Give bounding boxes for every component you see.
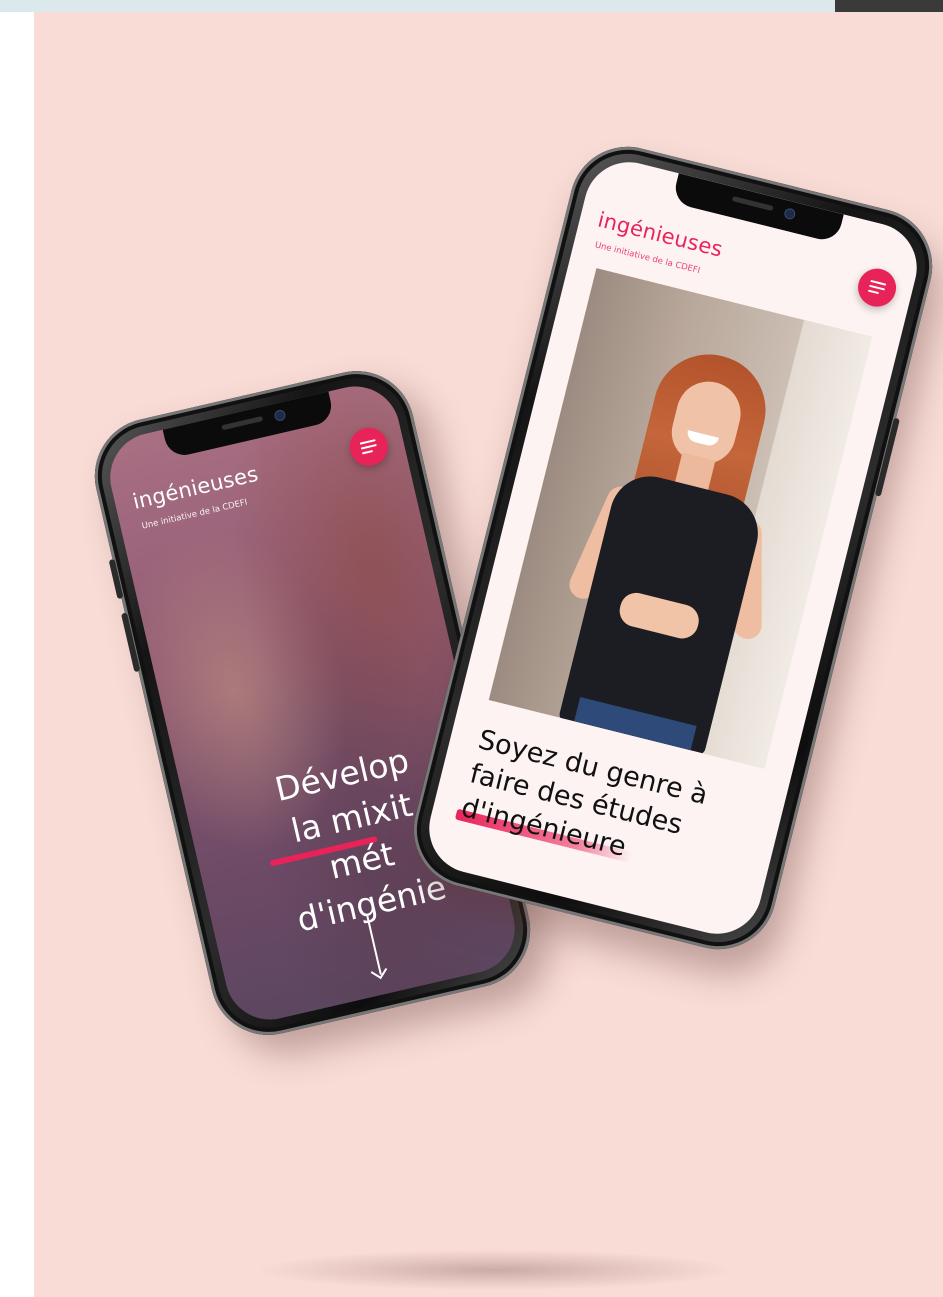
hamburger-menu-icon xyxy=(867,289,879,295)
top-corner-strip xyxy=(835,0,943,12)
speaker-grill xyxy=(220,416,263,431)
hamburger-menu-icon xyxy=(360,443,377,450)
menu-button[interactable] xyxy=(346,423,392,470)
top-background-strip xyxy=(0,0,835,12)
phone-shadow xyxy=(260,1250,730,1290)
front-camera xyxy=(783,207,797,221)
front-camera xyxy=(272,408,287,423)
menu-button[interactable] xyxy=(854,264,901,311)
hamburger-menu-icon xyxy=(361,449,374,455)
speaker-grill xyxy=(731,196,774,212)
